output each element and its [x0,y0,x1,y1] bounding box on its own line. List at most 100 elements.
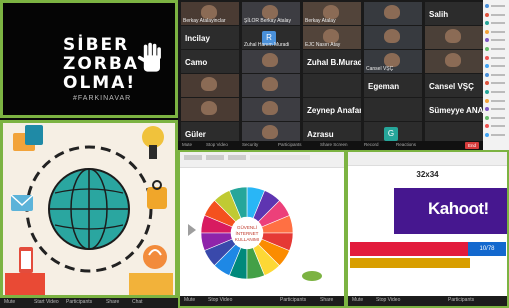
mute-button[interactable]: Mute [4,299,15,305]
participant-list-item[interactable] [485,38,507,43]
participant-tile[interactable] [364,2,422,25]
participant-list-item[interactable] [485,81,507,86]
security-button[interactable]: Security [242,142,258,147]
participant-list-item[interactable] [485,29,507,34]
participant-tile[interactable]: Berkay Atalay [303,2,361,25]
kahoot-shared-screen: 32x34 Kahoot! 10/78 Mute Stop Video Part… [346,150,509,308]
participant-tile[interactable]: Cansel VŞÇ [425,74,483,97]
answer-bar-yellow [350,258,470,268]
participant-video [384,53,400,67]
participant-list-item[interactable] [485,90,507,94]
arrow-left-icon[interactable] [188,224,196,236]
meeting-controls-bar: Mute Stop Video Security Participants Sh… [178,141,483,150]
participant-tile[interactable]: Zeynep Anafart... [303,98,361,121]
mute-button[interactable]: Mute [182,142,192,147]
participant-avatar-dot [485,21,489,26]
participant-list-item[interactable] [485,21,507,26]
participants-panel [483,0,509,150]
participant-avatar-dot [485,47,489,51]
stop-video-button[interactable]: Stop Video [208,297,232,303]
participant-list-item[interactable] [485,12,507,17]
globe-illustration [5,125,173,295]
participant-tile[interactable] [364,26,422,49]
participants-button[interactable]: Participants [448,297,474,303]
cyberbully-poster: SİBER ZORBA OLMA! #FARKINAVAR [0,0,178,118]
participant-list-item[interactable] [485,4,507,8]
mute-button[interactable]: Mute [352,297,363,303]
participant-tile[interactable] [425,26,483,49]
participant-list-item[interactable] [485,47,507,51]
participant-list-item[interactable] [485,124,507,129]
participant-video [445,29,461,43]
share-screen-button[interactable]: Share Screen [320,142,348,147]
participant-tile[interactable]: Berkay Atalayinclar [181,2,239,25]
kahoot-logo: Kahoot! [428,199,489,218]
participant-tile[interactable]: Incilay [181,26,239,49]
start-video-button[interactable]: Start Video [34,299,59,305]
participant-tile[interactable]: Sümeyye ANAF... [425,98,483,121]
chat-button[interactable]: Chat [132,299,143,305]
participant-name-placeholder [491,116,505,119]
question-score: 32x34 [416,170,439,179]
participant-name-placeholder [491,91,505,93]
participant-name: Zeynep Anafart... [307,106,361,115]
participant-video [323,5,339,19]
kahoot-logo-box: Kahoot! [394,188,507,234]
participant-list-item[interactable] [485,115,507,120]
participants-button[interactable]: Participants [278,142,302,147]
participant-tile[interactable]: EJC Nasırı Atay [303,26,361,49]
participant-tile[interactable]: Cansel VŞÇ [364,50,422,73]
participant-avatar-dot [485,124,489,129]
participant-name: Cansel VŞÇ [366,66,394,72]
participant-name-placeholder [491,108,505,111]
participant-list-item[interactable] [485,107,507,112]
participant-tile[interactable]: Camo [181,50,239,73]
participant-tile[interactable]: Egeman [364,74,422,97]
poster-line-2: ZORBA [63,54,139,74]
participant-name: EJC Nasırı Atay [305,42,341,48]
participant-tile[interactable] [364,98,422,121]
wheel-center-title-line1: GÜVENLİ [237,224,257,230]
participant-tile[interactable]: Zuhal B.Muradi... [303,50,361,73]
participant-name: Berkay Atalayinclar [183,18,226,24]
participant-avatar-dot [485,98,489,103]
participant-tile[interactable] [181,74,239,97]
participant-tile[interactable] [242,74,300,97]
participant-tile[interactable] [425,50,483,73]
participant-name-placeholder [491,73,505,76]
stop-video-button[interactable]: Stop Video [376,297,400,303]
participant-name: Güler [185,130,206,139]
participant-list-item[interactable] [485,98,507,103]
participants-button[interactable]: Participants [66,299,92,305]
participant-video [201,101,217,115]
participants-button[interactable]: Participants [280,297,306,303]
participant-list-item[interactable] [485,133,507,137]
reactions-button[interactable]: Reactions [396,142,416,147]
end-meeting-button[interactable]: End [464,142,479,149]
participant-tile[interactable]: ŞİLOR Berkay Atalay [242,2,300,25]
participant-name-placeholder [491,56,505,59]
participant-name-placeholder [491,125,505,128]
participant-video [384,5,400,19]
participant-tile[interactable] [242,50,300,73]
participant-video [445,53,461,67]
participant-video [262,53,278,67]
participant-name-placeholder [491,30,505,33]
participant-tile[interactable] [242,98,300,121]
participant-avatar-dot [485,38,489,43]
participant-tile[interactable]: R Zuhal Hanım Muradi [242,26,300,49]
stop-video-button[interactable]: Stop Video [206,142,228,147]
participant-list-item[interactable] [485,72,507,77]
participant-tile[interactable]: Salih [425,2,483,25]
share-button[interactable]: Share [320,297,333,303]
participant-tile[interactable] [303,74,361,97]
mute-button[interactable]: Mute [184,297,195,303]
leaf-decoration [302,271,322,281]
participant-list-item[interactable] [485,64,507,69]
participant-list-item[interactable] [485,55,507,60]
share-button[interactable]: Share [106,299,119,305]
participant-name: Zuhal Hanım Muradi [244,42,290,48]
record-button[interactable]: Record [364,142,379,147]
participant-tile[interactable] [181,98,239,121]
participant-name-placeholder [491,13,505,16]
